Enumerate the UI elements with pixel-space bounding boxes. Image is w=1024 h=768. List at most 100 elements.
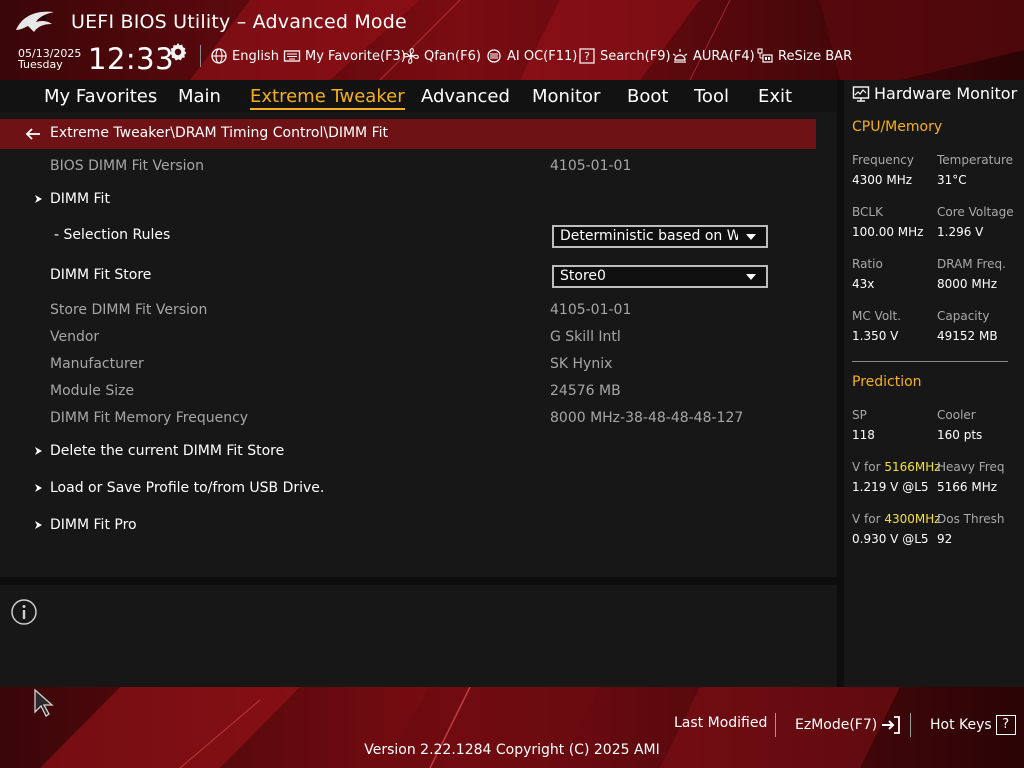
resize-bar-icon <box>757 48 773 63</box>
gear-icon[interactable] <box>168 42 188 62</box>
info-icon <box>11 599 37 625</box>
ratio-label: Ratio <box>852 257 883 271</box>
hardware-monitor-divider <box>852 361 1008 362</box>
submenu-arrow-icon <box>35 447 42 455</box>
resize-bar-label: ReSize BAR <box>778 48 853 64</box>
aura-button[interactable]: AURA(F4) <box>671 47 755 65</box>
module-size-value: 24576 MB <box>550 383 621 399</box>
submenu-arrow-icon <box>35 521 42 529</box>
search-label: Search(F9) <box>600 48 671 64</box>
settings-panel: Extreme Tweaker\DRAM Timing Control\DIMM… <box>0 112 837 577</box>
module-size-label: Module Size <box>50 383 135 399</box>
last-modified-button[interactable]: Last Modified <box>674 715 767 731</box>
hardware-monitor-title: Hardware Monitor <box>874 84 1018 103</box>
sp-value: 118 <box>852 428 875 442</box>
chevron-down-icon <box>746 274 756 280</box>
selection-rules-label: - Selection Rules <box>54 227 171 243</box>
tab-my-favorites[interactable]: My Favorites <box>44 86 157 107</box>
v-for-prefix-2: V for <box>852 512 885 526</box>
store-dimm-fit-version-label: Store DIMM Fit Version <box>50 302 208 318</box>
language-button[interactable]: English <box>210 47 279 65</box>
back-arrow-icon[interactable] <box>24 126 42 142</box>
manufacturer-label: Manufacturer <box>50 356 144 372</box>
vendor-value: G Skill Intl <box>550 329 621 345</box>
dimm-fit-store-dropdown[interactable]: Store0 <box>552 265 768 288</box>
memory-frequency-label: DIMM Fit Memory Frequency <box>50 410 249 426</box>
manufacturer-value: SK Hynix <box>550 356 613 372</box>
tab-exit[interactable]: Exit <box>758 86 792 107</box>
clock-display[interactable]: 12:33 <box>88 43 174 75</box>
ai-oc-button[interactable]: AI OC(F11) <box>485 47 577 65</box>
qfan-button[interactable]: Qfan(F6) <box>402 47 481 65</box>
store-dimm-fit-version-value: 4105-01-01 <box>550 302 632 318</box>
submenu-arrow-icon <box>35 195 42 203</box>
globe-icon <box>211 48 227 64</box>
header-divider <box>200 45 201 67</box>
cooler-label: Cooler <box>937 408 976 422</box>
tab-monitor[interactable]: Monitor <box>532 86 600 107</box>
cooler-value: 160 pts <box>937 428 983 442</box>
bclk-label: BCLK <box>852 205 883 219</box>
sp-label: SP <box>852 408 867 422</box>
load-save-profile-item[interactable]: Load or Save Profile to/from USB Drive. <box>50 480 324 496</box>
monitor-icon <box>852 85 870 102</box>
dos-thresh-label: Dos Thresh <box>937 512 1005 526</box>
dos-thresh-value: 92 <box>937 532 953 546</box>
header-bar: UEFI BIOS Utility – Advanced Mode 05/13/… <box>0 0 1024 80</box>
dimm-fit-store-value: Store0 <box>560 268 606 284</box>
v-for-value-2: 0.930 V @L5 <box>852 532 929 546</box>
tab-boot[interactable]: Boot <box>627 86 668 107</box>
tab-extreme-tweaker[interactable]: Extreme Tweaker <box>250 86 405 110</box>
bclk-value: 100.00 MHz <box>852 225 924 239</box>
ratio-value: 43x <box>852 277 875 291</box>
selection-rules-dropdown[interactable]: Deterministic based on Wo <box>552 225 768 248</box>
aura-light-icon <box>672 49 688 63</box>
mc-volt-value: 1.350 V <box>852 329 899 343</box>
chevron-down-icon <box>746 234 756 240</box>
bios-dimm-fit-version-value: 4105-01-01 <box>550 158 632 174</box>
dram-freq-value: 8000 MHz <box>937 277 998 291</box>
v-for-prefix-1: V for <box>852 460 885 474</box>
v-for-value-1: 1.219 V @L5 <box>852 480 929 494</box>
keyboard-icon <box>283 50 301 62</box>
prediction-heading: Prediction <box>852 374 922 390</box>
search-button[interactable]: ? Search(F9) <box>578 47 671 65</box>
qfan-label: Qfan(F6) <box>424 48 481 64</box>
mc-volt-label: MC Volt. <box>852 309 902 323</box>
capacity-value: 49152 MB <box>937 329 998 343</box>
core-voltage-label: Core Voltage <box>937 205 1014 219</box>
exit-arrow-icon <box>882 716 901 734</box>
ai-chip-icon <box>487 49 501 63</box>
tab-tool[interactable]: Tool <box>694 86 729 107</box>
breadcrumb-path: Extreme Tweaker\DRAM Timing Control\DIMM… <box>50 125 389 141</box>
frequency-value: 4300 MHz <box>852 173 913 187</box>
fan-icon <box>403 48 419 64</box>
footer-bar: Last Modified EzMode(F7) Hot Keys ? Vers… <box>0 687 1024 768</box>
vendor-label: Vendor <box>50 329 100 345</box>
question-search-icon: ? <box>579 48 595 64</box>
ezmode-label: EzMode(F7) <box>795 717 878 733</box>
bios-dimm-fit-version-label: BIOS DIMM Fit Version <box>50 158 204 174</box>
hardware-monitor-header: Hardware Monitor <box>852 84 1017 103</box>
temperature-label: Temperature <box>937 153 1014 167</box>
question-icon: ? <box>995 715 1016 735</box>
day-display: Tuesday <box>18 58 63 71</box>
main-menu-tabs: My Favorites Main Extreme Tweaker Advanc… <box>0 80 837 112</box>
submenu-arrow-icon <box>35 484 42 492</box>
dimm-fit-item[interactable]: DIMM Fit <box>50 191 110 207</box>
footer-divider <box>775 713 776 737</box>
language-label: English <box>232 48 279 64</box>
tab-advanced[interactable]: Advanced <box>421 86 510 107</box>
breadcrumb-bar[interactable]: Extreme Tweaker\DRAM Timing Control\DIMM… <box>0 119 816 149</box>
my-favorite-button[interactable]: My Favorite(F3) <box>283 47 406 65</box>
tab-main[interactable]: Main <box>178 86 221 107</box>
dimm-fit-store-label: DIMM Fit Store <box>50 267 152 283</box>
hot-keys-button[interactable]: Hot Keys ? <box>930 715 1016 735</box>
hot-keys-label: Hot Keys <box>930 717 992 733</box>
my-favorite-label: My Favorite(F3) <box>305 48 406 64</box>
resize-bar-button[interactable]: ReSize BAR <box>756 47 852 65</box>
ezmode-button[interactable]: EzMode(F7) <box>795 715 901 735</box>
delete-dimm-fit-store-item[interactable]: Delete the current DIMM Fit Store <box>50 443 284 459</box>
dimm-fit-pro-item[interactable]: DIMM Fit Pro <box>50 517 137 533</box>
rog-logo-icon <box>16 11 54 32</box>
